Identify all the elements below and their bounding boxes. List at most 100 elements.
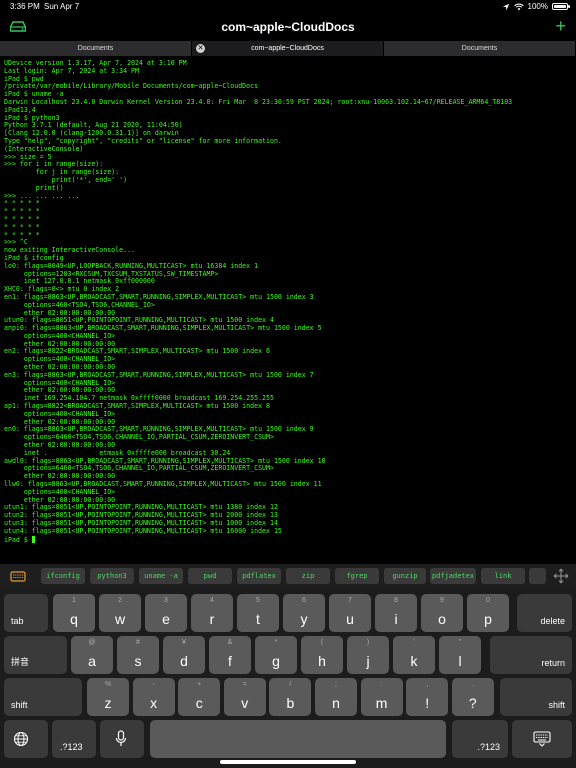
shortcut-button[interactable]: uname -a bbox=[139, 568, 183, 584]
key-label: r bbox=[209, 611, 215, 627]
key-label: z bbox=[104, 695, 112, 711]
key-n[interactable]: ; n bbox=[315, 678, 357, 716]
key-w[interactable]: 2w bbox=[99, 594, 141, 632]
shortcut-button[interactable]: python3 bbox=[90, 568, 134, 584]
shortcut-button[interactable]: pdfjadetex bbox=[430, 568, 476, 584]
key-alt-label: ¥ bbox=[182, 639, 186, 646]
key-alt-label: * bbox=[274, 639, 278, 646]
terminal-line: now exiting InteractiveConsole... bbox=[4, 246, 136, 255]
key-![interactable]: ,! bbox=[406, 678, 449, 716]
status-time: 3:36 PM bbox=[10, 2, 40, 11]
keyboard-dismiss-icon bbox=[533, 731, 551, 747]
shortcut-button[interactable]: pdflatex bbox=[237, 568, 281, 584]
key-alt-label: . bbox=[471, 681, 474, 688]
key-label: j bbox=[366, 653, 370, 669]
location-icon bbox=[502, 3, 509, 10]
key-label: d bbox=[180, 653, 188, 669]
key-alt-label: % bbox=[104, 681, 112, 688]
shortcut-button[interactable]: fgrep bbox=[335, 568, 379, 584]
key-l[interactable]: " l bbox=[439, 636, 481, 674]
key-alt-label: 5 bbox=[256, 597, 260, 604]
tab-documents-left[interactable]: Documents bbox=[0, 41, 192, 56]
tab-key[interactable]: tab bbox=[4, 594, 48, 632]
key-y[interactable]: 6y bbox=[283, 594, 325, 632]
key-label: k bbox=[410, 653, 418, 669]
return-key[interactable]: return bbox=[490, 636, 572, 674]
terminal-line: * * * * * bbox=[4, 214, 40, 223]
key-label: p bbox=[484, 611, 492, 627]
terminal-line: Type "help", "copyright", "credits" or "… bbox=[4, 136, 282, 145]
keyboard-toggle-icon[interactable] bbox=[9, 568, 27, 584]
key-h[interactable]: (h bbox=[301, 636, 343, 674]
tab-clouddocs[interactable]: ✕ com~apple~CloudDocs bbox=[192, 41, 384, 56]
key-c[interactable]: + c bbox=[178, 678, 221, 716]
shortcut-button[interactable]: pwd bbox=[188, 568, 232, 584]
move-arrows-icon[interactable] bbox=[552, 568, 570, 584]
dictation-key[interactable] bbox=[100, 720, 144, 758]
globe-key[interactable] bbox=[4, 720, 48, 758]
key-label: t bbox=[256, 611, 260, 627]
shift-key-right[interactable]: shift bbox=[500, 678, 572, 716]
key-t[interactable]: 5t bbox=[237, 594, 279, 632]
delete-key[interactable]: delete bbox=[517, 594, 572, 632]
key-s[interactable]: # s bbox=[117, 636, 159, 674]
key-label: b bbox=[286, 695, 295, 711]
key-j[interactable]: ) j bbox=[347, 636, 389, 674]
shortcut-button[interactable]: zip bbox=[286, 568, 330, 584]
key-k[interactable]: ' k bbox=[393, 636, 435, 674]
key-alt-label: = bbox=[242, 681, 247, 688]
title-bar: com~apple~CloudDocs + bbox=[0, 14, 576, 42]
terminal-line: * * * * * bbox=[4, 230, 40, 239]
add-tab-icon[interactable]: + bbox=[555, 17, 566, 35]
key-alt-label: + bbox=[197, 681, 202, 688]
key-label: h bbox=[318, 653, 326, 669]
shift-key-left[interactable]: shift bbox=[4, 678, 82, 716]
dismiss-keyboard-key[interactable] bbox=[512, 720, 572, 758]
key-u[interactable]: 7u bbox=[329, 594, 371, 632]
key-label: w bbox=[114, 611, 126, 627]
key-label: m bbox=[375, 695, 388, 711]
key-v[interactable]: = v bbox=[223, 678, 266, 716]
shortcut-bar: ifconfig python3 uname -a pwd pdflatex zip fgr… bbox=[0, 564, 576, 588]
tab-documents-right[interactable]: Documents bbox=[384, 41, 576, 56]
key-?[interactable]: .? bbox=[451, 678, 494, 716]
shortcut-button[interactable]: link bbox=[481, 568, 525, 584]
key-alt-label: / bbox=[289, 681, 292, 688]
key-x[interactable]: -x bbox=[132, 678, 175, 716]
key-m[interactable]: :m bbox=[360, 678, 403, 716]
key-b[interactable]: / b bbox=[269, 678, 312, 716]
key-d[interactable]: ¥ d bbox=[163, 636, 205, 674]
shortcut-button[interactable]: ifconfig bbox=[41, 568, 85, 584]
key-alt-label: @ bbox=[88, 639, 96, 646]
key-alt-label: 6 bbox=[302, 597, 306, 604]
key-alt-label: 2 bbox=[118, 597, 122, 604]
close-tab-icon[interactable]: ✕ bbox=[196, 44, 205, 53]
battery-icon bbox=[552, 3, 570, 10]
numbers-key-right[interactable]: .?123 bbox=[452, 720, 508, 758]
key-g[interactable]: * g bbox=[255, 636, 297, 674]
key-r[interactable]: 4r bbox=[191, 594, 233, 632]
key-label: o bbox=[438, 611, 446, 627]
key-alt-label: 8 bbox=[394, 597, 398, 604]
shortcut-button[interactable]: gunzip bbox=[384, 568, 426, 584]
key-p[interactable]: 0p bbox=[467, 594, 509, 632]
key-e[interactable]: 3e bbox=[145, 594, 187, 632]
ime-key[interactable]: 拼音 bbox=[4, 636, 67, 674]
shift-key-label: shift bbox=[548, 700, 565, 710]
terminal-output[interactable]: UDevice version 1.3.17, Apr 7, 2024 at 3… bbox=[4, 60, 572, 560]
key-alt-label: ; bbox=[335, 681, 337, 688]
key-label: i bbox=[394, 611, 398, 627]
key-q[interactable]: 1q bbox=[53, 594, 95, 632]
key-o[interactable]: 9o bbox=[421, 594, 463, 632]
key-alt-label: ' bbox=[413, 639, 415, 646]
key-i[interactable]: 8i bbox=[375, 594, 417, 632]
key-z[interactable]: % z bbox=[87, 678, 129, 716]
space-key[interactable] bbox=[150, 720, 446, 758]
key-a[interactable]: @ a bbox=[71, 636, 113, 674]
key-f[interactable]: & f bbox=[209, 636, 251, 674]
numbers-key-left[interactable]: .?123 bbox=[52, 720, 96, 758]
shortcut-blank[interactable] bbox=[529, 568, 546, 584]
terminal-line: /private/var/mobile/Library/Mobile Docum… bbox=[4, 82, 259, 91]
key-alt-label: ( bbox=[320, 639, 324, 646]
status-bar: 3:36 PM Sun Apr 7 100% bbox=[0, 0, 576, 14]
